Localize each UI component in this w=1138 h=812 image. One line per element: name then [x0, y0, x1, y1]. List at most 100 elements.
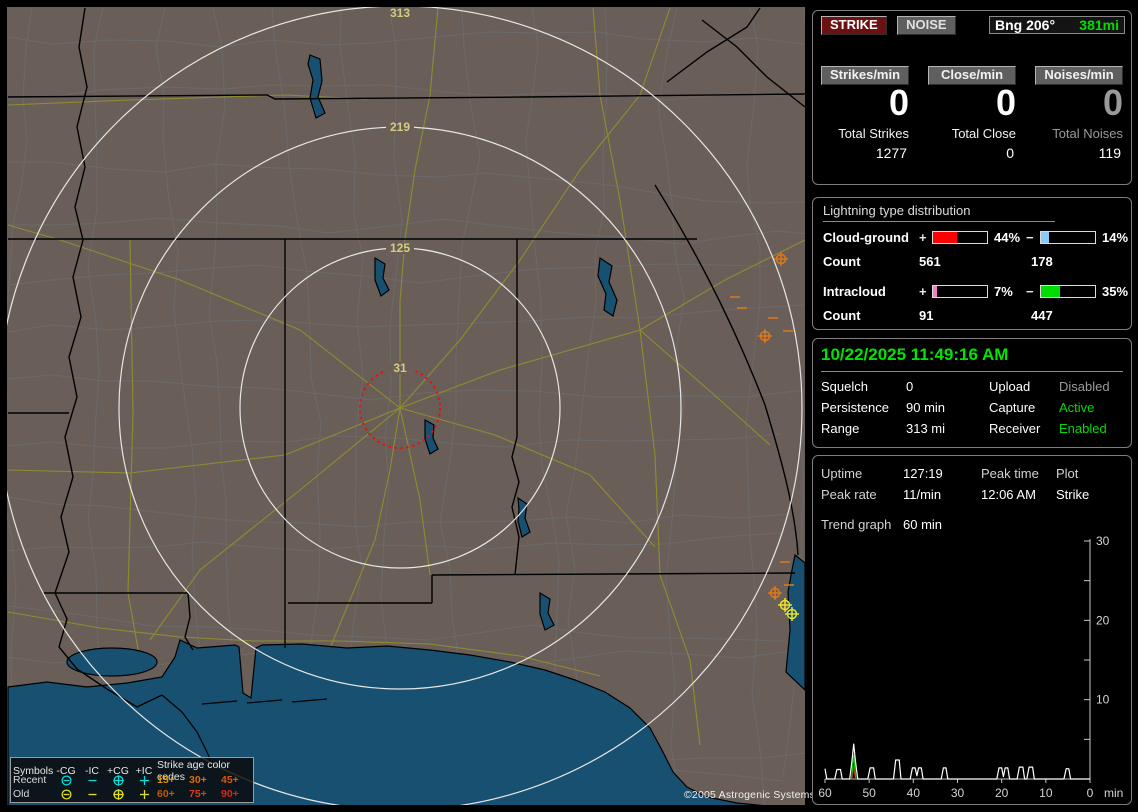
cg-negative-bar	[1040, 230, 1096, 244]
ic-positive-bar	[932, 284, 988, 298]
noises-per-min-value: 0	[1102, 82, 1123, 123]
plus-sign: +	[919, 283, 927, 299]
peak-rate-label: Peak rate	[821, 486, 877, 502]
legend-row-recent-label: Recent	[13, 774, 47, 786]
distribution-title: Lightning type distribution	[823, 203, 1056, 222]
map-legend: Symbols -CG -IC +CG +IC Strike age color…	[10, 757, 254, 803]
stats-trend-panel: Uptime 127:19 Peak time Plot Peak rate 1…	[812, 455, 1132, 805]
upload-status: Disabled	[1059, 378, 1110, 394]
count-label: Count	[823, 253, 861, 269]
lightning-distribution-panel: Lightning type distribution Cloud-ground…	[812, 197, 1132, 330]
circle-plus-icon	[105, 788, 131, 801]
cg-positive-bar	[932, 230, 988, 244]
svg-text:40: 40	[907, 786, 921, 800]
plot-value: Strike	[1056, 486, 1090, 502]
trend-graph-value: 60 min	[903, 516, 943, 532]
counters-panel: STRIKE NOISE Bng 206° 381mi Strikes/min …	[812, 10, 1132, 185]
svg-text:20: 20	[1096, 613, 1110, 627]
total-noises-label: Total Noises	[1052, 126, 1123, 141]
peak-time-value: 12:06 AM	[981, 486, 1036, 502]
range-ring-label-125: 125	[390, 241, 410, 255]
svg-text:30: 30	[951, 786, 965, 800]
svg-text:min: min	[1104, 786, 1123, 800]
range-ring-label-31: 31	[393, 361, 407, 375]
plus-icon	[131, 774, 157, 787]
peak-rate-value: 11/min	[903, 486, 942, 502]
svg-text:60: 60	[818, 786, 832, 800]
range-value: 313 mi	[906, 420, 946, 436]
svg-text:30: 30	[1096, 534, 1110, 548]
plus-icon	[131, 788, 157, 801]
cg-positive-percent: 44%	[994, 229, 1021, 245]
receiver-status: Enabled	[1059, 420, 1107, 436]
bearing-value: Bng 206°	[995, 17, 1056, 33]
total-strikes-label: Total Strikes	[838, 126, 909, 141]
range-label: Range	[821, 420, 860, 436]
noises-per-min-column: Noises/min 0 Total Noises 119	[1035, 66, 1123, 161]
uptime-value: 127:19	[903, 465, 943, 481]
age-code-60: 60+	[157, 788, 175, 800]
minus-icon	[79, 788, 105, 801]
cg-negative-percent: 14%	[1102, 229, 1129, 245]
persistence-label: Persistence	[821, 399, 889, 415]
upload-label: Upload	[989, 378, 1031, 394]
capture-label: Capture	[989, 399, 1036, 415]
age-code-45: 45+	[221, 774, 239, 786]
circle-plus-icon	[105, 774, 131, 787]
app-window: 31 125 219 313 Symbols -CG -IC +CG +IC Stri…	[0, 0, 1138, 812]
map-canvas: 31 125 219 313	[7, 7, 805, 805]
svg-text:10: 10	[1096, 693, 1110, 707]
age-code-90: 90+	[221, 788, 239, 800]
range-ring-label-313: 313	[390, 7, 410, 20]
cloud-ground-label: Cloud-ground	[823, 229, 909, 245]
ic-positive-count: 91	[919, 307, 934, 323]
circle-minus-icon	[53, 788, 79, 801]
ic-positive-percent: 7%	[994, 283, 1013, 299]
bearing-display: Bng 206° 381mi	[989, 16, 1125, 34]
ic-negative-count: 447	[1031, 307, 1053, 323]
svg-text:50: 50	[862, 786, 876, 800]
total-strikes-value: 1277	[875, 145, 907, 161]
lightning-map[interactable]: 31 125 219 313	[7, 7, 805, 805]
squelch-value: 0	[906, 378, 914, 394]
strikes-per-min-value: 0	[888, 82, 909, 123]
noise-toggle-button[interactable]: NOISE	[897, 16, 956, 35]
ic-negative-percent: 35%	[1102, 283, 1129, 299]
capture-status: Active	[1059, 399, 1095, 415]
uptime-label: Uptime	[821, 465, 863, 481]
svg-text:0: 0	[1087, 786, 1094, 800]
svg-text:10: 10	[1039, 786, 1053, 800]
minus-sign: −	[1026, 283, 1034, 299]
age-code-75: 75+	[189, 788, 207, 800]
minus-sign: −	[1026, 229, 1034, 245]
legend-row-old-label: Old	[13, 788, 30, 800]
age-code-15: 15+	[157, 774, 175, 786]
count-label: Count	[823, 307, 861, 323]
strike-toggle-button[interactable]: STRIKE	[821, 16, 887, 35]
plot-label: Plot	[1056, 465, 1079, 481]
minus-icon	[79, 774, 105, 787]
peak-time-label: Peak time	[981, 465, 1039, 481]
persistence-value: 90 min	[906, 399, 946, 415]
range-ring-label-219: 219	[390, 120, 410, 134]
receiver-label: Receiver	[989, 420, 1041, 436]
plus-sign: +	[919, 229, 927, 245]
cg-positive-count: 561	[919, 253, 941, 269]
trend-graph-chart: 10 20 30 60 50 40 30 20 10 0 min	[818, 534, 1123, 800]
intracloud-label: Intracloud	[823, 283, 886, 299]
strikes-per-min-column: Strikes/min 0 Total Strikes 1277	[821, 66, 909, 161]
datetime-display: 10/22/2025 11:49:16 AM	[821, 343, 1123, 372]
close-per-min-value: 0	[995, 82, 1016, 123]
svg-text:20: 20	[995, 786, 1009, 800]
copyright-text: ©2005 Astrogenic Systems	[684, 789, 816, 801]
bearing-range-value: 381mi	[1079, 17, 1119, 33]
total-noises-value: 119	[1098, 145, 1121, 161]
ic-negative-bar	[1040, 284, 1096, 298]
close-per-min-column: Close/min 0 Total Close 0	[928, 66, 1016, 161]
age-code-30: 30+	[189, 774, 207, 786]
circle-minus-icon	[53, 774, 79, 787]
total-close-value: 0	[1006, 145, 1014, 161]
total-close-label: Total Close	[951, 126, 1016, 141]
status-panel: 10/22/2025 11:49:16 AM Squelch 0 Upload …	[812, 338, 1132, 448]
cg-negative-count: 178	[1031, 253, 1053, 269]
